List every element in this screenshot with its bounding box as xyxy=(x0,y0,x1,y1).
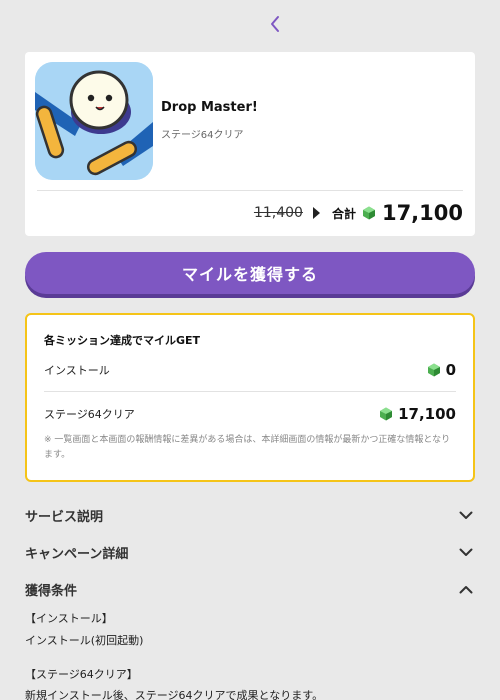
accordion-label: 獲得条件 xyxy=(25,583,78,599)
app-subtitle: ステージ64クリア xyxy=(161,130,244,141)
condition-heading: 【インストール】 xyxy=(25,612,113,625)
old-price: 11,400 xyxy=(253,205,303,221)
condition-text: インストール(初回起動) xyxy=(25,634,144,647)
condition-heading: 【ステージ64クリア】 xyxy=(25,668,138,681)
app-name: Drop Master! xyxy=(161,100,258,115)
green-gem-icon xyxy=(427,363,440,377)
accordion-earning-conditions[interactable]: 獲得条件 xyxy=(25,578,475,600)
green-gem-icon xyxy=(362,206,375,220)
total-value: 17,100 xyxy=(381,201,463,225)
chevron-left-icon xyxy=(271,16,279,32)
mission-row-value: 17,100 xyxy=(398,405,456,423)
green-gem-icon xyxy=(380,407,393,421)
app-card: Drop Master! ステージ64クリア 11,400 合計 17,100 xyxy=(25,52,475,236)
price-row: 11,400 合計 17,100 xyxy=(254,198,463,228)
divider xyxy=(37,190,463,191)
play-arrow-icon xyxy=(312,207,320,219)
back-button[interactable] xyxy=(264,12,286,36)
chevron-down-icon xyxy=(457,506,475,524)
divider xyxy=(44,391,456,392)
mission-row: ステージ64クリア 17,100 xyxy=(44,403,456,425)
earn-miles-button[interactable]: マイルを獲得する xyxy=(25,252,475,294)
mission-row-value-group: 0 xyxy=(427,361,456,379)
mission-row-label: ステージ64クリア xyxy=(44,408,135,421)
mission-box: 各ミッション達成でマイルGET インストール 0 ステージ64クリア 17,10… xyxy=(25,313,475,482)
chevron-down-icon xyxy=(457,543,475,561)
accordion-service-description[interactable]: サービス説明 xyxy=(25,504,475,526)
chevron-up-icon xyxy=(457,580,475,598)
accordion-label: キャンペーン詳細 xyxy=(25,546,129,562)
mission-title: 各ミッション達成でマイルGET xyxy=(44,334,201,347)
total-label: 合計 xyxy=(331,206,356,221)
mission-row: インストール 0 xyxy=(44,359,456,381)
accordion-campaign-details[interactable]: キャンペーン詳細 xyxy=(25,541,475,563)
mission-row-value-group: 17,100 xyxy=(379,405,456,423)
mission-row-value: 0 xyxy=(445,361,456,379)
mission-row-label: インストール xyxy=(44,364,110,377)
mission-note: ※ 一覧画面と本画面の報酬情報に差異がある場合は、本詳細画面の情報が最新かつ正確… xyxy=(44,435,451,460)
accordion-label: サービス説明 xyxy=(25,509,104,525)
pinball-app-icon xyxy=(35,62,153,180)
condition-text: 新規インストール後、ステージ64クリアで成果となります。 xyxy=(25,689,324,700)
